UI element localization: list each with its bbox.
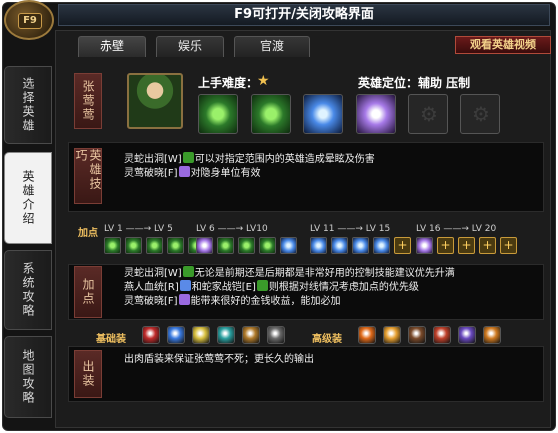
hero-role: 英雄定位：辅助 压制 [358,76,471,90]
level-skill-chip: + [458,237,475,254]
basic-item-icon[interactable] [192,326,210,344]
skill-r-icon [179,280,191,291]
points-line: 燕人血统[R] 和蛇家战铠[E] 则根据对线情况考虑加点的优先级 [124,280,419,293]
basic-item-icon[interactable] [217,326,235,344]
level-skill-chip [167,237,184,254]
tip-line: 灵莺破晓[F] 对隐身单位有效 [124,166,261,179]
level-skill-chip: + [479,237,496,254]
basic-item-icon[interactable] [242,326,260,344]
skill-w-icon [182,266,194,277]
level-skill-chip: + [500,237,517,254]
level-plan-row: 加点 LV 1 ——→ LV 5 LV 6 ——→ LV10 LV 11 ——→… [76,224,546,264]
level-skill-chip [280,237,297,254]
tab-entertainment[interactable]: 娱乐 [156,36,224,57]
side-tab-select-hero[interactable]: 选择英雄 [4,66,52,144]
level-skill-chip [310,237,327,254]
advanced-item-icon[interactable] [458,326,476,344]
level-skill-chip: + [437,237,454,254]
level-group-label: LV 16 ——→ LV 20 [416,224,497,234]
tip-line: 灵蛇出洞[W] 可以对指定范围内的英雄造成晕眩及伤害 [124,152,375,165]
level-skill-chip [416,237,433,254]
basic-item-icon[interactable] [142,326,160,344]
locked-skill-icon [408,94,448,134]
level-group-label: LV 11 ——→ LV 15 [310,224,391,234]
gear-text: 出肉盾装来保证张莺莺不死；更长久的输出 [124,354,314,365]
side-tab-system-guide[interactable]: 系统攻略 [4,250,52,330]
advanced-item-icon[interactable] [383,326,401,344]
skill-icon-2[interactable] [251,94,291,134]
level-skill-chip: + [394,237,411,254]
advanced-item-icon[interactable] [358,326,376,344]
difficulty-label: 上手难度： [198,76,259,90]
advanced-item-icon[interactable] [433,326,451,344]
level-skill-chip [196,237,213,254]
level-group-label: LV 6 ——→ LV10 [196,224,268,234]
basic-item-icon[interactable] [167,326,185,344]
window-title: F9可打开/关闭攻略界面 [58,4,550,26]
tab-guandu[interactable]: 官渡 [234,36,310,57]
hero-name-label: 张莺莺 [74,73,102,129]
hero-tips-label: 英雄技巧 [74,148,102,204]
advanced-item-icon[interactable] [483,326,501,344]
level-skill-chip [238,237,255,254]
level-skill-chip [352,237,369,254]
level-skill-chip [373,237,390,254]
level-skill-chip [104,237,121,254]
skill-f-icon [178,294,190,305]
tab-chibi[interactable]: 赤壁 [78,36,146,57]
skill-w-icon [182,152,194,163]
points-line: 灵莺破晓[F] 能带来很好的金钱收益，能加必加 [124,294,341,307]
skill-icon-3[interactable] [303,94,343,134]
level-skill-chip [217,237,234,254]
basic-item-icon[interactable] [267,326,285,344]
level-skill-chip [125,237,142,254]
level-skill-chip [259,237,276,254]
level-group-label: LV 1 ——→ LV 5 [104,224,173,234]
level-skill-chip [146,237,163,254]
basic-gear-label: 基础装 [96,334,126,345]
watch-hero-video-button[interactable]: 观看英雄视频 [455,36,551,54]
hero-portrait [127,73,183,129]
skill-e-icon [256,280,268,291]
points-line: 灵蛇出洞[W] 无论是前期还是后期都是非常好用的控制技能建议优先升满 [124,266,455,279]
level-skill-chip [331,237,348,254]
side-tab-hero-intro[interactable]: 英雄介绍 [4,152,52,244]
skill-icon-1[interactable] [198,94,238,134]
skill-icon-4[interactable] [356,94,396,134]
advanced-item-icon[interactable] [408,326,426,344]
skill-f-icon [178,166,190,177]
locked-skill-icon [460,94,500,134]
level-plan-label: 加点 [78,228,98,239]
side-tab-map-guide[interactable]: 地图攻略 [4,336,52,418]
f9-badge-icon: F9 [4,0,54,40]
points-label: 加点 [74,266,102,318]
advanced-gear-label: 高级装 [312,334,342,345]
star-icon: ★ [257,73,270,89]
gear-label: 出装 [74,350,102,398]
